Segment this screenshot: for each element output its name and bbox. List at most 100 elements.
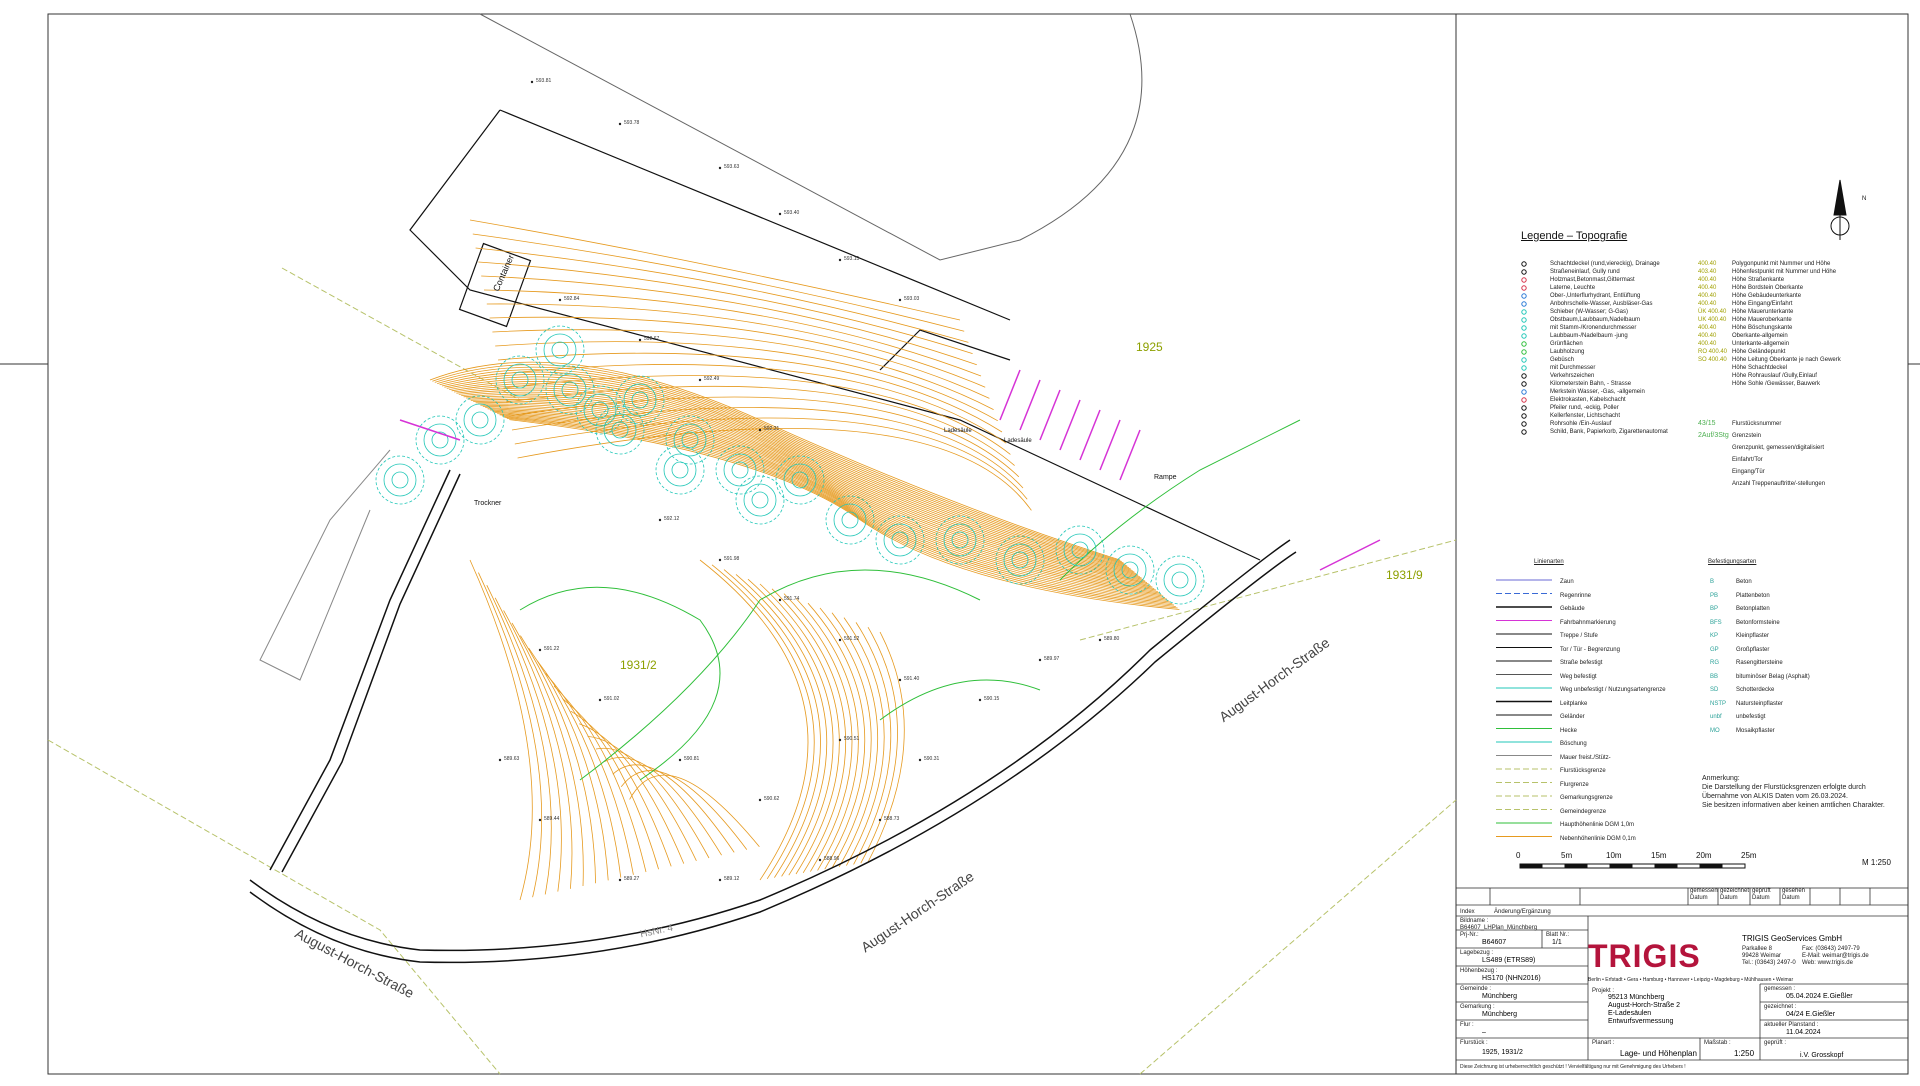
- tb-blatt: 1/1: [1552, 939, 1562, 946]
- contour-mid-13: [853, 622, 892, 865]
- spot-height-label-29: 588.73: [884, 816, 900, 822]
- scale-tick-3: 15m: [1651, 851, 1667, 860]
- spot-dot-27: [718, 878, 722, 882]
- legend-symbol-item-6: Schieber (W-Wasser; G-Gas): [1550, 309, 1629, 315]
- tb-planart: Lage- und Höhenplan: [1620, 1049, 1697, 1058]
- legend-height-code-1: 400.40: [1698, 261, 1717, 267]
- spot-height-label-1: 593.78: [624, 120, 640, 126]
- tb-aktuell: 11.04.2024: [1786, 1029, 1821, 1036]
- tb-flurstueck-label: Flurstück :: [1460, 1040, 1488, 1046]
- spot-dot-29: [878, 818, 882, 822]
- tree-ring-17-2: [375, 455, 425, 505]
- spot-dot-9: [758, 428, 762, 432]
- contour-line-10: [453, 385, 1139, 576]
- tree-ring-19-2: [655, 445, 705, 495]
- legend-symbols: [1496, 261, 1552, 837]
- legend-symbol-item-16: Merkstein Wasser, -Gas, -allgemein: [1550, 389, 1645, 395]
- legend-symbol-icon-5: [1521, 301, 1527, 307]
- label-trockner: Trockner: [474, 500, 502, 507]
- contour-line-23: [485, 407, 1162, 595]
- legend-height-item-3: Höhe Bordstein Oberkante: [1732, 285, 1804, 291]
- contour-lower-18: [620, 770, 748, 850]
- legend-linetype-3: Fahrbahnmarkierung: [1560, 619, 1616, 626]
- legend-surface-code-5: GP: [1710, 646, 1719, 653]
- spot-height-label-26: 589.27: [624, 876, 640, 882]
- contour-lower-16: [604, 757, 722, 856]
- legend-symbol-icon-21: [1521, 429, 1527, 435]
- contour-line-4: [439, 371, 1128, 567]
- legend-symbol-icon-6: [1521, 309, 1527, 315]
- contour-line-25: [489, 409, 1166, 598]
- legend-linetype-13: Mauer freist./Stütz-: [1560, 754, 1611, 761]
- legend-symbol-item-9: Laubbaum-/Nadelbaum -jung: [1550, 333, 1628, 339]
- spot-dot-17: [678, 758, 682, 762]
- lines-title: Linienarten: [1534, 559, 1564, 565]
- spot-dot-25: [538, 818, 542, 822]
- legend-height-item-12: Höhe Leitung Oberkante je nach Gewerk: [1732, 357, 1841, 363]
- slope-edge: [259, 449, 391, 681]
- legend-parcel-item-5: Anzahl Treppenauftritte/-stellungen: [1732, 481, 1826, 487]
- spot-height-label-14: 591.40: [904, 676, 920, 682]
- tree-ring-13-1: [543, 333, 577, 367]
- legend-parcel-code-0: 43/15: [1698, 420, 1716, 427]
- legend-linetype-14: Flurstücksgrenze: [1560, 768, 1606, 774]
- neighbour-outline: [479, 13, 1143, 261]
- legend-linetype-7: Weg befestigt: [1560, 673, 1597, 680]
- spot-height-label-17: 590.81: [684, 756, 700, 762]
- tb-lage: LS489 (ETRS89): [1482, 957, 1536, 964]
- legend-height-code-8: UK 400.40: [1698, 317, 1727, 323]
- spot-dot-10: [658, 518, 662, 522]
- legend-surface-label-0: Beton: [1736, 579, 1752, 585]
- legend-height-item-5: Höhe Eingang/Einfahrt: [1732, 301, 1793, 307]
- tb-address-line-0: Parkallee 8: [1742, 946, 1773, 952]
- legend-height-code-4: 400.40: [1698, 285, 1717, 291]
- label-ladesaeule-1: Ladesäule: [944, 428, 972, 434]
- legend-surface-label-11: Mosaikpflaster: [1736, 727, 1775, 734]
- legend-parcel-item-1: Grenzstein: [1732, 433, 1762, 439]
- legend-height-item-13: Höhe Schachtdeckel: [1732, 365, 1788, 371]
- spot-dot-16: [598, 698, 602, 702]
- legend-symbol-icon-8: [1521, 325, 1527, 331]
- contour-upper-4: [481, 275, 977, 366]
- spot-height-label-24: 589.63: [504, 756, 520, 762]
- tb-address-line-2: Tel.: (03643) 2497-0: [1742, 960, 1796, 966]
- legend-height-item-7: Höhe Maueroberkante: [1732, 317, 1792, 323]
- note-lines: Die Darstellung der Flurstücksgrenzen er…: [1702, 783, 1885, 810]
- legend-surface-labels: Beton Plattenbeton Betonplatten Betonformst…: [1736, 576, 1810, 738]
- legend-symbol-item-21: Schild, Bank, Papierkorb, Zigarettenauto…: [1550, 429, 1668, 435]
- legend-surface-label-7: bituminöser Belag (Asphalt): [1736, 673, 1810, 680]
- tb-contact-line-1: E-Mail: weimar@trigis.de: [1802, 953, 1869, 959]
- legend-height-code-11: 400.40: [1698, 333, 1717, 339]
- legend-linetype-15: Flurgrenze: [1560, 781, 1589, 788]
- tb-projekt: 95213 Münchberg August-Horch-Straße 2 E-La…: [1608, 994, 1680, 1026]
- legend-parcel-code-5: 2Auf/3Stg: [1698, 432, 1729, 439]
- tree-ring-12-0: [1171, 571, 1189, 589]
- legend-height-item-9: Oberkante-allgemein: [1732, 333, 1788, 339]
- tree-ring-12-1: [1163, 563, 1197, 597]
- legend-height-item-0: Polygonpunkt mit Nummer und Höhe: [1732, 261, 1831, 267]
- contour-lower-2: [486, 585, 552, 895]
- tree-ring-15-0: [471, 411, 489, 429]
- legend-surface-code-7: BB: [1710, 673, 1719, 680]
- legend-symbol-icon-17: [1521, 397, 1527, 403]
- tree-ring-17-0: [391, 471, 409, 489]
- tb-head-aenderung: Änderung/Ergänzung: [1494, 909, 1551, 915]
- legend-surface-code-6: RG: [1710, 660, 1719, 666]
- spot-dot-19: [838, 738, 842, 742]
- legend-symbol-item-10: Grünflächen: [1550, 341, 1583, 347]
- tb-lage-label: Lagebezug :: [1460, 950, 1494, 956]
- north-letter: N: [1862, 196, 1867, 202]
- legend-symbol-icon-10: [1521, 341, 1527, 347]
- legend-symbol-item-17: Elektrokasten, Kabelschacht: [1550, 397, 1626, 403]
- tb-cities: Berlin • Erfstadt • Gera • Hamburg • Han…: [1588, 977, 1794, 983]
- spot-dot-24: [498, 758, 502, 762]
- legend-linetype-19: Nebenhöhenlinie DGM 0,1m: [1560, 835, 1636, 842]
- parcel-label-1925: 1925: [1136, 340, 1163, 354]
- legend-symbol-icon-19: [1521, 413, 1527, 419]
- tree-ring-4-1: [723, 453, 757, 487]
- legend-symbol-icon-11: [1521, 349, 1527, 355]
- legend-parcel-item-4: Eingang/Tür: [1732, 469, 1765, 475]
- tb-gezeichnet-label: gezeichnet :: [1764, 1004, 1797, 1010]
- tree-ring-20-1: [743, 483, 777, 517]
- legend-parcel-item-2: Grenzpunkt, gemessen/digitalisiert: [1732, 445, 1825, 451]
